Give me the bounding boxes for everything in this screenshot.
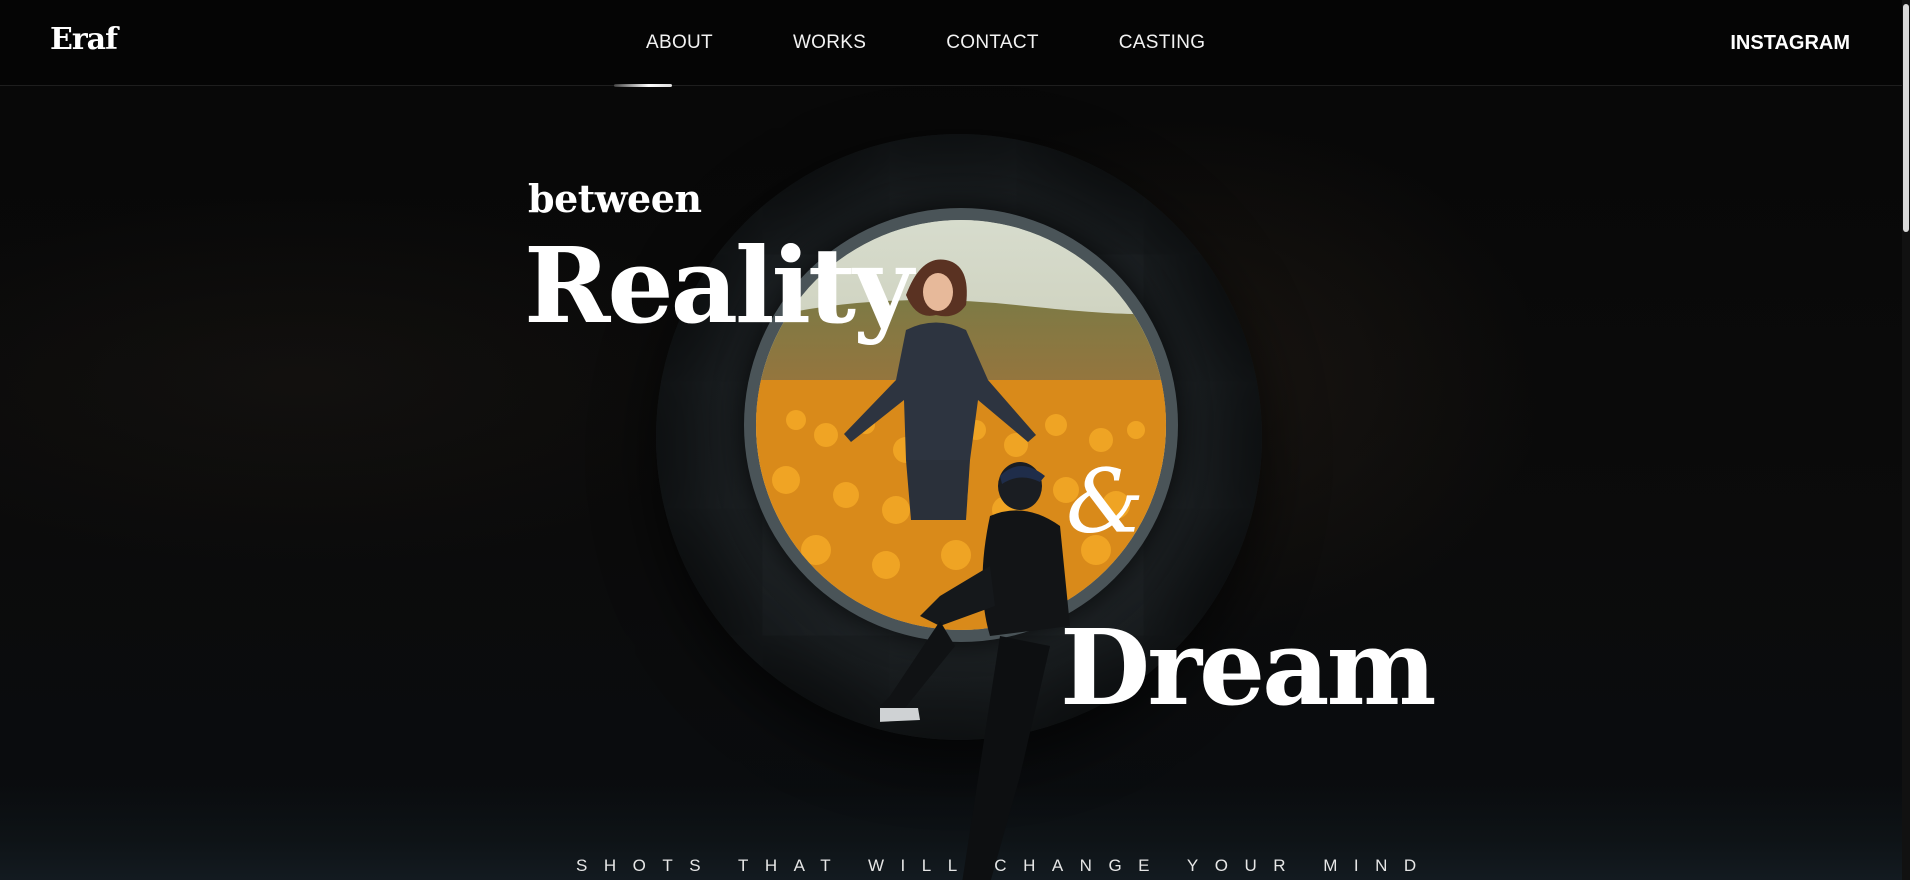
nav-item-contact[interactable]: CONTACT xyxy=(946,32,1039,54)
active-nav-indicator xyxy=(614,84,672,87)
headline-ampersand: & xyxy=(1066,450,1145,553)
instagram-link[interactable]: INSTAGRAM xyxy=(1730,32,1850,55)
headline-reality: Reality xyxy=(524,224,913,347)
scrollbar-thumb[interactable] xyxy=(1903,4,1909,232)
nav-item-about[interactable]: ABOUT xyxy=(646,32,713,54)
headline-between: between xyxy=(528,176,702,221)
headline-dream: Dream xyxy=(1060,606,1437,729)
page-scrollbar[interactable] xyxy=(1902,0,1910,880)
page: Eraf ABOUT WORKS CONTACT CASTING INSTAGR… xyxy=(0,0,1910,880)
nav-item-casting[interactable]: CASTING xyxy=(1119,32,1206,54)
hero-section: between Reality & Dream SHOTS THAT WILL … xyxy=(0,86,1910,880)
hero-tagline: SHOTS THAT WILL CHANGE YOUR MIND xyxy=(576,856,1433,875)
main-nav: ABOUT WORKS CONTACT CASTING xyxy=(646,32,1205,54)
nav-item-works[interactable]: WORKS xyxy=(793,32,866,54)
top-navbar: Eraf ABOUT WORKS CONTACT CASTING INSTAGR… xyxy=(0,0,1910,87)
brand-logo[interactable]: Eraf xyxy=(50,22,118,57)
